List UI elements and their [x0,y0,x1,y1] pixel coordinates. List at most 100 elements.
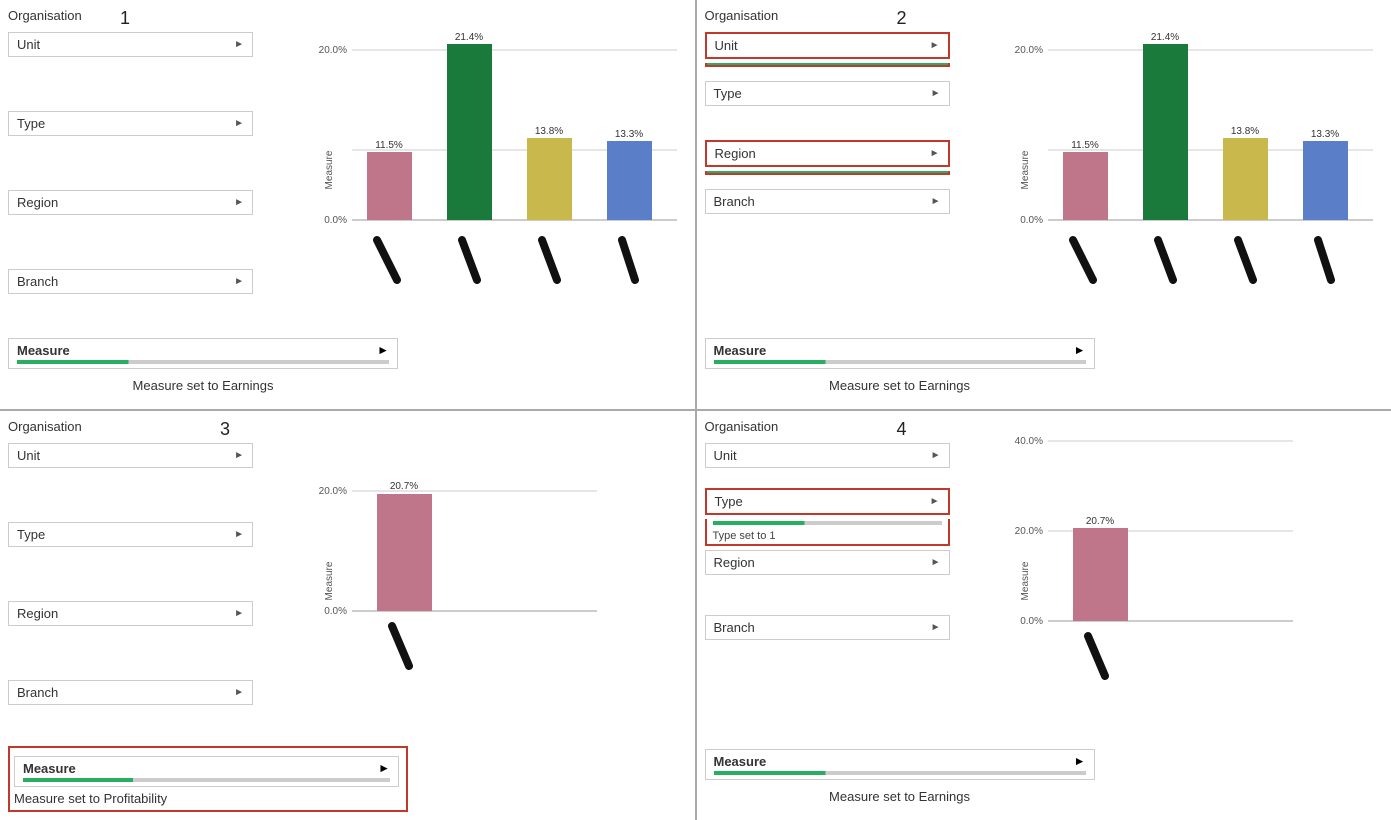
filter-region-2[interactable]: Region ► [705,140,950,167]
filter-type-label-2: Type [714,86,742,101]
measure-set-text-2: Measure set to Earnings [829,378,970,393]
arrow-measure-3: ► [378,761,390,776]
svg-text:20.0%: 20.0% [318,45,346,56]
chart-1: Measure 20.0% 0.0% 11.5% 21.4% 13.8% [317,20,687,310]
arrow-region-4: ► [931,557,941,568]
svg-text:20.0%: 20.0% [1015,526,1043,537]
filter-branch-4[interactable]: Branch ► [705,615,950,640]
svg-text:11.5%: 11.5% [1071,140,1099,151]
arrow-type-1: ► [234,118,244,129]
filter-branch-3[interactable]: Branch ► [8,680,253,705]
panel-number-4: 4 [897,419,907,440]
svg-text:11.5%: 11.5% [375,140,403,151]
arrow-measure-4: ► [1074,754,1086,769]
arrow-branch-4: ► [931,622,941,633]
filter-region-label-2: Region [715,146,756,161]
measure-row-3[interactable]: Measure ► [14,756,399,787]
svg-text:20.0%: 20.0% [318,486,346,497]
arrow-type-4: ► [930,496,940,507]
arrow-type-3: ► [234,529,244,540]
filter-branch-2[interactable]: Branch ► [705,189,950,214]
arrow-region-3: ► [234,608,244,619]
chart-4: Measure 40.0% 20.0% 0.0% 20.7% [1013,421,1383,741]
filter-unit-3[interactable]: Unit ► [8,443,253,468]
filter-type-label-4: Type [715,494,743,509]
svg-text:0.0%: 0.0% [324,606,347,617]
filter-region-4[interactable]: Region ► [705,550,950,575]
measure-set-text-1: Measure set to Earnings [133,378,274,393]
chart-2: Measure 20.0% 0.0% 11.5% 21.4% 13.8% 13.… [1013,20,1383,310]
arrow-unit-4: ► [931,450,941,461]
filter-unit-2[interactable]: Unit ► [705,32,950,59]
panel-number-3: 3 [220,419,230,440]
filter-branch-label-2: Branch [714,194,755,209]
svg-text:0.0%: 0.0% [1020,215,1043,226]
svg-text:13.3%: 13.3% [1311,129,1339,140]
arrow-unit-1: ► [234,39,244,50]
measure-set-text-3: Measure set to Profitability [14,791,167,806]
type-sub-label-4: Type set to 1 [713,530,776,542]
svg-text:40.0%: 40.0% [1015,436,1043,447]
measure-set-text-4: Measure set to Earnings [829,789,970,804]
measure-row-4[interactable]: Measure ► [705,749,1095,780]
panel-3: Organisation 3 Unit ► Type ► Region ► Br… [0,411,695,820]
filter-region-label-3: Region [17,606,58,621]
arrow-measure-2: ► [1074,343,1086,358]
filter-type-label-1: Type [17,116,45,131]
svg-text:20.0%: 20.0% [1015,45,1043,56]
filter-type-3[interactable]: Type ► [8,522,253,547]
measure-label-3: Measure [23,761,76,776]
svg-text:Measure: Measure [1020,150,1031,189]
measure-bar-2 [714,360,1086,364]
measure-bar-1 [17,360,389,364]
measure-row-1[interactable]: Measure ► [8,338,398,369]
measure-bar-3 [23,778,390,782]
filter-unit-label-4: Unit [714,448,737,463]
arrow-measure-1: ► [377,343,389,358]
svg-text:Measure: Measure [1020,561,1031,600]
arrow-branch-1: ► [234,276,244,287]
svg-text:0.0%: 0.0% [1020,616,1043,627]
panel-number-2: 2 [897,8,907,29]
svg-text:20.7%: 20.7% [1086,516,1114,527]
filter-region-1[interactable]: Region ► [8,190,253,215]
filter-type-1[interactable]: Type ► [8,111,253,136]
filter-branch-label-3: Branch [17,685,58,700]
filter-unit-label-2: Unit [715,38,738,53]
panel-number-1: 1 [120,8,130,29]
arrow-branch-2: ► [931,196,941,207]
chart-3: Measure 20.0% 0.0% 20.7% [317,431,687,721]
measure-row-2[interactable]: Measure ► [705,338,1095,369]
svg-text:21.4%: 21.4% [454,32,482,43]
filter-unit-4[interactable]: Unit ► [705,443,950,468]
measure-label-2: Measure [714,343,767,358]
filter-region-label-4: Region [714,555,755,570]
main-grid: Organisation 1 Unit ► Type ► Region ► [0,0,1391,820]
filter-region-3[interactable]: Region ► [8,601,253,626]
svg-text:13.8%: 13.8% [1231,126,1259,137]
filter-unit-label-1: Unit [17,37,40,52]
filter-type-4[interactable]: Type ► [705,488,950,515]
org-label-4: Organisation [705,419,779,434]
filter-branch-1[interactable]: Branch ► [8,269,253,294]
svg-text:Measure: Measure [324,561,335,600]
filter-branch-label-4: Branch [714,620,755,635]
svg-text:Measure: Measure [324,150,335,189]
measure-label-4: Measure [714,754,767,769]
svg-text:0.0%: 0.0% [324,215,347,226]
measure-bar-4 [714,771,1086,775]
org-label-3: Organisation [8,419,82,434]
arrow-region-2: ► [930,148,940,159]
filter-unit-label-3: Unit [17,448,40,463]
filter-branch-label-1: Branch [17,274,58,289]
arrow-type-2: ► [931,88,941,99]
svg-text:20.7%: 20.7% [389,481,417,492]
svg-text:13.3%: 13.3% [614,129,642,140]
filter-unit-1[interactable]: Unit ► [8,32,253,57]
svg-text:21.4%: 21.4% [1151,32,1179,43]
filter-region-label-1: Region [17,195,58,210]
filter-type-2[interactable]: Type ► [705,81,950,106]
arrow-unit-2: ► [930,40,940,51]
filter-type-label-3: Type [17,527,45,542]
org-label-1: Organisation [8,8,82,23]
